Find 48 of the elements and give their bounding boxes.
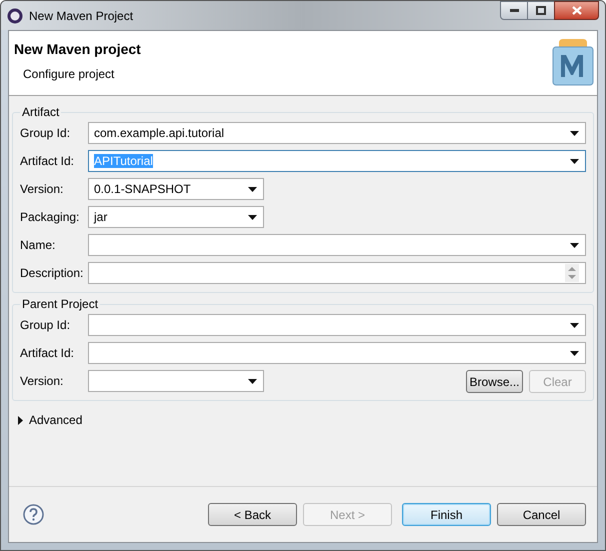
dropdown-arrow-icon[interactable]: [570, 350, 579, 356]
dropdown-arrow-icon[interactable]: [570, 242, 579, 248]
field-label: Packaging:: [20, 209, 80, 226]
dropdown-arrow-icon[interactable]: [248, 214, 257, 220]
dialog-button[interactable]: Browse...: [466, 370, 523, 393]
maximize-icon: [536, 6, 546, 15]
collapsed-arrow-icon: [18, 416, 23, 424]
dropdown-arrow-icon[interactable]: [570, 158, 579, 164]
dialog-button[interactable]: Cancel: [497, 503, 586, 526]
field-value: APITutorial: [94, 154, 153, 168]
field-label: Artifact Id:: [20, 153, 76, 170]
combo-field[interactable]: com.example.api.tutorial: [88, 122, 586, 144]
dropdown-arrow-icon[interactable]: [570, 322, 579, 328]
field-label: Version:: [20, 181, 64, 198]
close-icon: [572, 6, 582, 15]
advanced-toggle[interactable]: Advanced: [18, 411, 82, 429]
field-value: 0.0.1-SNAPSHOT: [94, 182, 191, 196]
field-value: jar: [94, 210, 108, 224]
field-label: Description:: [20, 265, 84, 282]
combo-field[interactable]: [88, 342, 586, 364]
description-field[interactable]: [88, 262, 586, 284]
combo-field[interactable]: [88, 314, 586, 336]
field-label: Group Id:: [20, 125, 72, 142]
group-legend: Parent Project: [20, 295, 100, 313]
close-button[interactable]: [554, 1, 599, 20]
combo-field[interactable]: 0.0.1-SNAPSHOT: [88, 178, 264, 200]
field-label: Name:: [20, 237, 56, 254]
dialog-button[interactable]: Finish: [402, 503, 491, 526]
dropdown-arrow-icon[interactable]: [248, 378, 257, 384]
combo-field[interactable]: jar: [88, 206, 264, 228]
dropdown-arrow-icon[interactable]: [570, 130, 579, 136]
combo-field[interactable]: [88, 370, 264, 392]
field-value: com.example.api.tutorial: [94, 126, 224, 140]
field-label: Version:: [20, 373, 64, 390]
app-icon: [7, 8, 23, 24]
window-title: New Maven Project: [29, 8, 134, 24]
dropdown-arrow-icon[interactable]: [248, 186, 257, 192]
maximize-button[interactable]: [528, 1, 554, 20]
group-legend: Artifact: [20, 103, 62, 121]
dialog-button[interactable]: < Back: [208, 503, 297, 526]
combo-field[interactable]: [88, 234, 586, 256]
header-subtitle: Configure project: [23, 66, 116, 83]
help-icon[interactable]: [23, 504, 44, 525]
header-title: New Maven project: [14, 40, 142, 59]
minimize-icon: [510, 9, 518, 12]
field-label: Artifact Id:: [20, 345, 76, 362]
field-label: Group Id:: [20, 317, 72, 334]
minimize-button[interactable]: [500, 1, 528, 20]
